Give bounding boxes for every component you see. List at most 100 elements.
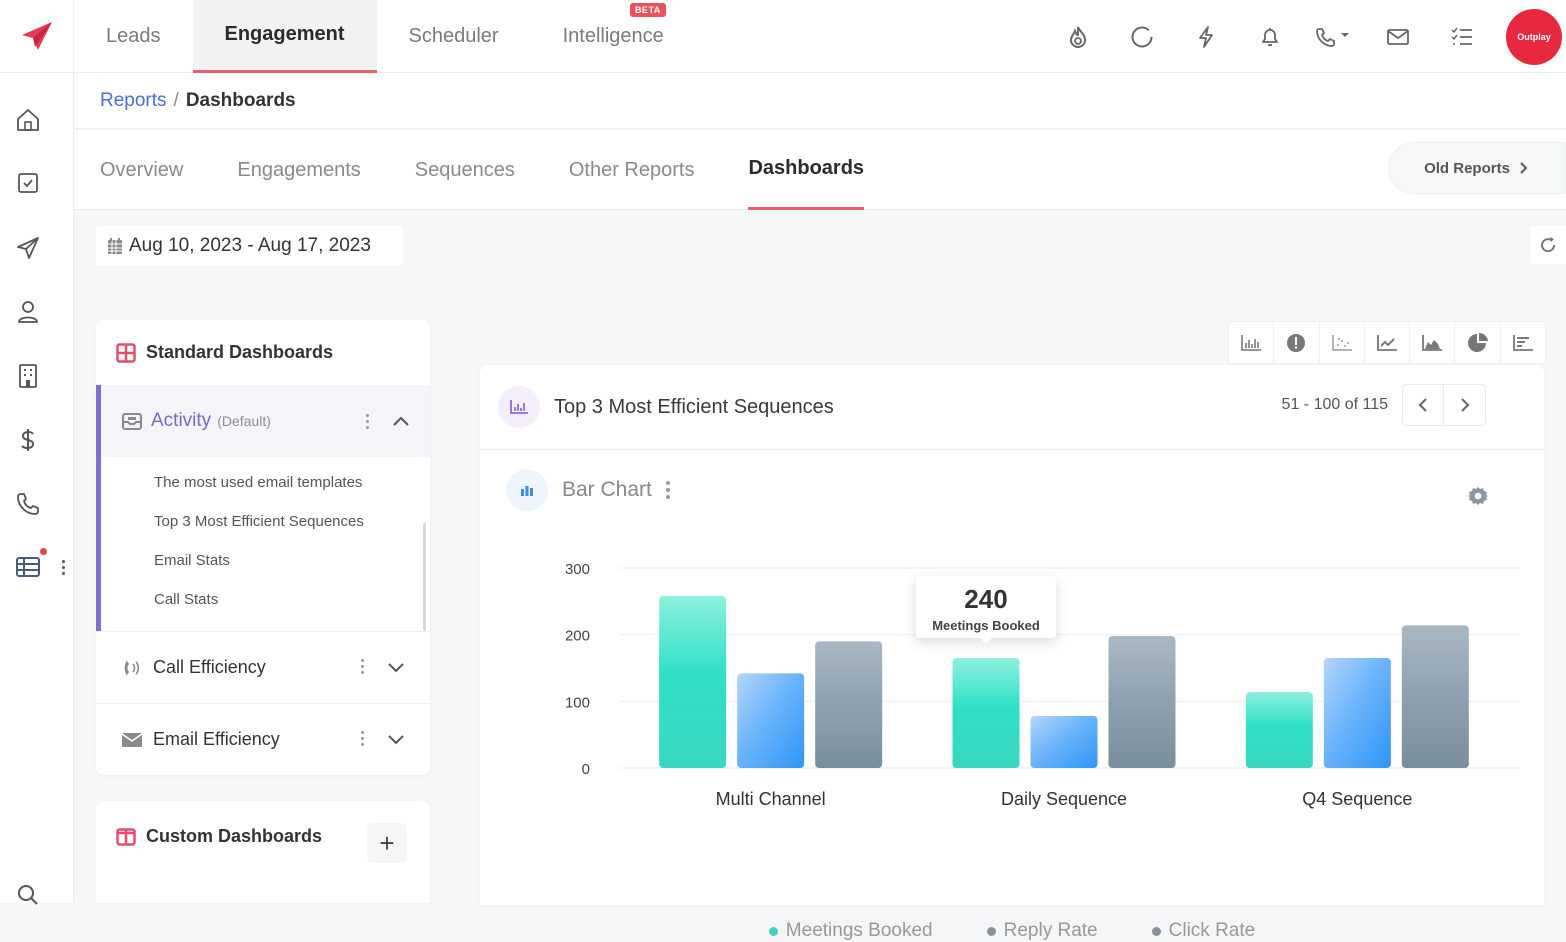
custom-dashboards-title: Custom Dashboards <box>146 826 323 846</box>
legend-item-reply-rate[interactable]: Reply Rate <box>986 920 1098 942</box>
old-reports-label: Old Reports <box>1424 159 1510 177</box>
calendar-icon <box>108 238 122 254</box>
app-logo[interactable] <box>0 0 74 73</box>
phone-dropdown-button[interactable] <box>1302 25 1366 49</box>
notifications-button[interactable] <box>1238 25 1302 49</box>
chevron-right-icon <box>1520 162 1528 174</box>
chevron-down-icon[interactable] <box>386 733 406 747</box>
chart-type-gauge[interactable] <box>1274 322 1320 363</box>
email-efficiency-label: Email Efficiency <box>153 729 280 749</box>
bar-meetings-booked[interactable] <box>952 658 1020 768</box>
tab-intelligence[interactable]: Intelligence BETA <box>531 0 696 73</box>
bar-reply-rate[interactable] <box>1030 716 1098 768</box>
legend-label: Click Rate <box>1168 920 1256 941</box>
x-category-label: Multi Channel <box>716 789 826 809</box>
email-efficiency-menu-icon[interactable] <box>361 731 365 746</box>
sidebar-item-contacts[interactable] <box>0 299 56 325</box>
x-category-label: Daily Sequence <box>1001 789 1127 809</box>
tab-scheduler[interactable]: Scheduler <box>377 0 531 73</box>
standard-dashboards-header: Standard Dashboards <box>96 320 430 385</box>
sidebar-item-sequences[interactable] <box>0 235 56 261</box>
lightning-button[interactable] <box>1174 25 1238 49</box>
y-tick-label: 100 <box>565 694 590 711</box>
beta-badge: BETA <box>629 2 666 17</box>
mail-button[interactable] <box>1366 27 1430 47</box>
chevron-up-icon[interactable] <box>391 414 411 428</box>
refresh-button[interactable] <box>1530 226 1566 264</box>
refresh-icon <box>1541 237 1556 253</box>
tab-label: Intelligence <box>562 24 664 47</box>
activity-menu-icon[interactable] <box>366 414 370 429</box>
chart-type-bar[interactable] <box>1229 322 1275 363</box>
chart-type-scatter[interactable] <box>1320 322 1365 363</box>
x-category-label: Q4 Sequence <box>1302 789 1412 809</box>
bar-click-rate[interactable] <box>1401 625 1469 768</box>
legend-label: Reply Rate <box>1003 920 1098 941</box>
email-efficiency-group[interactable]: Email Efficiency <box>96 703 430 775</box>
tab-leads[interactable]: Leads <box>74 0 193 73</box>
sidebar-item-reports[interactable] <box>0 555 56 579</box>
dashboard-item[interactable]: The most used email templates <box>154 463 430 502</box>
tab-engagement[interactable]: Engagement <box>192 0 377 73</box>
main-content: Reports / Dashboards Overview Engagement… <box>74 73 1566 941</box>
legend-dot <box>768 926 778 936</box>
breadcrumb-current: Dashboards <box>185 89 296 111</box>
dashboard-item[interactable]: Top 3 Most Efficient Sequences <box>154 502 430 541</box>
sidebar-item-accounts[interactable] <box>0 363 56 389</box>
call-efficiency-menu-icon[interactable] <box>361 659 365 674</box>
gauge-icon <box>1287 333 1306 352</box>
lightning-icon <box>1199 25 1213 48</box>
bar-meetings-booked[interactable] <box>1245 692 1313 768</box>
custom-dashboards-header: Custom Dashboards <box>116 826 322 847</box>
tab-engagements[interactable]: Engagements <box>237 130 360 210</box>
chart-type-line[interactable] <box>1365 322 1411 363</box>
user-avatar[interactable]: Outplay <box>1506 8 1562 65</box>
bar-click-rate[interactable] <box>815 641 883 768</box>
bar-click-rate[interactable] <box>1108 636 1176 768</box>
chart-tooltip: 240 Meetings Booked <box>916 576 1056 644</box>
custom-dashboards-panel: Custom Dashboards + <box>96 801 430 903</box>
bar-meetings-booked[interactable] <box>659 596 727 768</box>
breadcrumb-separator: / <box>173 89 179 111</box>
old-reports-button[interactable]: Old Reports <box>1388 142 1566 194</box>
activity-label: Activity <box>151 410 212 431</box>
sidebar-item-calls[interactable] <box>0 491 56 517</box>
chart-type-horizontal-bar[interactable] <box>1501 322 1545 363</box>
checklist-icon <box>1451 27 1472 45</box>
bar-reply-rate[interactable] <box>1323 658 1391 768</box>
legend-item-click-rate[interactable]: Click Rate <box>1151 920 1256 942</box>
sidebar-item-tasks[interactable] <box>0 171 56 195</box>
chevron-down-icon[interactable] <box>386 661 406 675</box>
bar-reply-rate[interactable] <box>737 673 805 768</box>
call-signal-icon <box>124 660 140 675</box>
sidebar-item-home[interactable] <box>0 107 56 133</box>
chart-type-pie[interactable] <box>1455 322 1501 363</box>
add-custom-dashboard-button[interactable]: + <box>367 823 407 863</box>
legend-item-meetings-booked[interactable]: Meetings Booked <box>768 920 933 942</box>
dollar-icon <box>21 429 35 451</box>
report-card: Top 3 Most Efficient Sequences 51 - 100 … <box>480 365 1544 941</box>
table-icon <box>16 557 40 577</box>
chart-type-area[interactable] <box>1410 322 1456 363</box>
tab-sequences[interactable]: Sequences <box>415 130 515 210</box>
tab-dashboards[interactable]: Dashboards <box>748 130 865 210</box>
line-chart-icon <box>1377 334 1397 351</box>
call-efficiency-group[interactable]: Call Efficiency <box>96 631 430 703</box>
tab-overview[interactable]: Overview <box>100 130 183 210</box>
dashboard-item[interactable]: Call Stats <box>154 580 430 619</box>
activity-scrollbar[interactable] <box>423 523 426 631</box>
tab-other-reports[interactable]: Other Reports <box>569 130 695 210</box>
report-tabs: Overview Engagements Sequences Other Rep… <box>74 130 1566 210</box>
chart-type-toolbar <box>1228 321 1546 364</box>
date-range-picker[interactable]: Aug 10, 2023 - Aug 17, 2023 <box>96 226 403 266</box>
activity-button[interactable] <box>1110 25 1174 49</box>
flame-button[interactable] <box>1046 25 1110 49</box>
more-icon[interactable] <box>62 560 66 575</box>
dashboard-item[interactable]: Email Stats <box>154 541 430 580</box>
breadcrumb-reports-link[interactable]: Reports <box>100 90 167 112</box>
sidebar-item-search[interactable] <box>0 883 56 907</box>
circle-loader-icon <box>1131 26 1153 47</box>
tasks-list-button[interactable] <box>1430 26 1494 48</box>
sidebar-item-deals[interactable] <box>0 427 56 453</box>
activity-group-header[interactable]: Activity (Default) <box>101 385 430 457</box>
